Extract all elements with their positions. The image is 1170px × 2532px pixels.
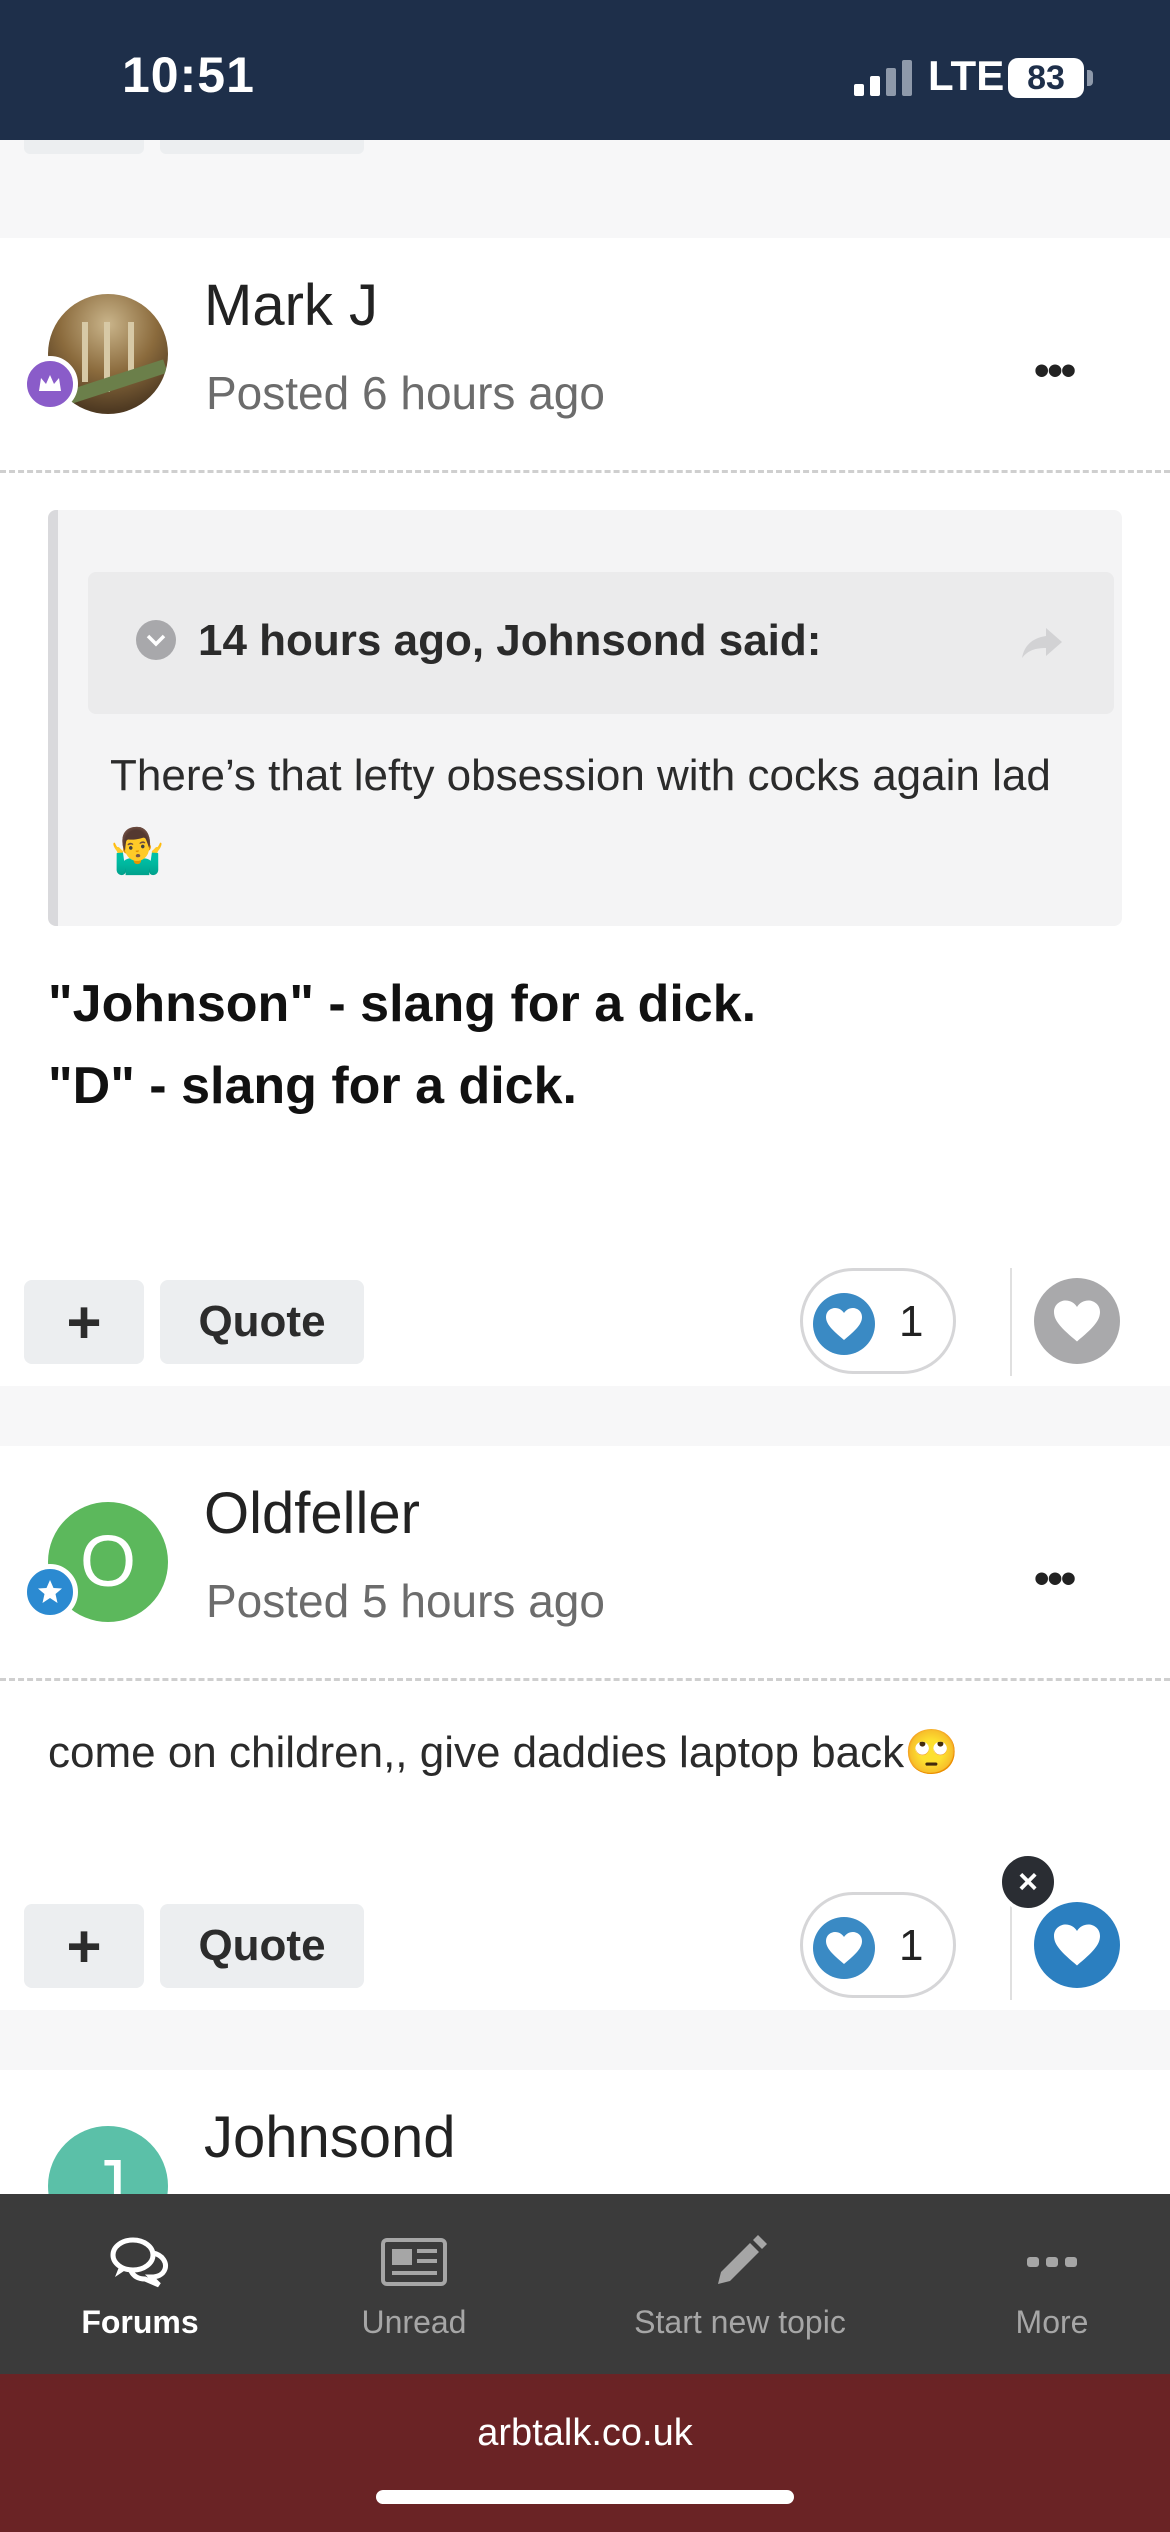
post-options-icon[interactable]: ••• xyxy=(1034,1554,1076,1604)
react-button[interactable] xyxy=(1034,1278,1120,1364)
goto-quote-icon[interactable] xyxy=(1018,618,1066,666)
tab-unread[interactable]: Unread xyxy=(314,2194,514,2374)
signal-icon xyxy=(854,60,914,96)
heart-filled-icon xyxy=(1054,1924,1100,1966)
post-timestamp: Posted 6 hours ago xyxy=(206,367,605,419)
post-oldfeller: O Oldfeller Posted 5 hours ago ••• come … xyxy=(0,1446,1170,2010)
chevron-down-icon[interactable] xyxy=(136,620,176,660)
tab-label: More xyxy=(1015,2304,1089,2340)
browser-url-bar[interactable]: arbtalk.co.uk xyxy=(0,2374,1170,2532)
post-divider xyxy=(0,1678,1170,1681)
status-time: 10:51 xyxy=(122,47,255,103)
reaction-divider xyxy=(1010,1268,1012,1376)
heart-outline-icon xyxy=(1054,1300,1100,1342)
react-button-active[interactable] xyxy=(1034,1902,1120,1988)
post-body-line: "D" - slang for a dick. xyxy=(48,1057,577,1115)
post-timestamp: Posted 5 hours ago xyxy=(206,1575,605,1627)
post-mark-j: Mark J Posted 6 hours ago ••• 14 hours a… xyxy=(0,238,1170,1386)
post-divider xyxy=(0,470,1170,473)
heart-icon xyxy=(813,1917,875,1979)
multiquote-button[interactable]: + xyxy=(24,1280,144,1364)
tab-more[interactable]: More xyxy=(952,2194,1152,2374)
tab-label: Forums xyxy=(81,2304,199,2340)
battery-tip xyxy=(1087,70,1093,86)
multiquote-button[interactable]: + xyxy=(24,1904,144,1988)
quote-block: 14 hours ago, Johnsond said: There’s tha… xyxy=(48,510,1122,926)
author-name[interactable]: Oldfeller xyxy=(204,1480,420,1547)
post-body: come on children,, give daddies laptop b… xyxy=(48,1728,959,1777)
battery-icon: 83 xyxy=(1008,58,1084,98)
quote-button[interactable]: Quote xyxy=(160,1904,364,1988)
post-body-line: "Johnson" - slang for a dick. xyxy=(48,975,757,1033)
reaction-count: 1 xyxy=(899,1921,924,1970)
avatar[interactable]: J xyxy=(48,2126,168,2194)
battery-level: 83 xyxy=(1027,59,1065,97)
tab-label: Unread xyxy=(361,2304,467,2340)
chat-bubbles-icon xyxy=(105,2232,175,2292)
reaction-count: 1 xyxy=(899,1297,924,1346)
tab-start-new-topic[interactable]: Start new topic xyxy=(600,2194,880,2374)
post-options-icon[interactable]: ••• xyxy=(1034,346,1076,396)
remove-reaction-button[interactable]: × xyxy=(998,1852,1058,1912)
tab-label: Start new topic xyxy=(634,2304,846,2340)
home-indicator[interactable] xyxy=(376,2490,794,2504)
crown-icon xyxy=(22,356,78,412)
bottom-tab-bar: Forums Unread Start new topic More xyxy=(0,2194,1170,2374)
prev-quote-button[interactable] xyxy=(160,140,364,154)
author-name[interactable]: Mark J xyxy=(204,272,378,339)
more-icon xyxy=(1017,2232,1087,2292)
post-johnsond: J Johnsond xyxy=(0,2070,1170,2194)
quote-button[interactable]: Quote xyxy=(160,1280,364,1364)
newspaper-icon xyxy=(379,2232,449,2292)
status-bar: 10:51 LTE 83 xyxy=(0,0,1170,140)
quote-header[interactable]: 14 hours ago, Johnsond said: xyxy=(88,572,1114,714)
url-text: arbtalk.co.uk xyxy=(477,2412,693,2454)
reaction-divider xyxy=(1010,1892,1012,2000)
author-name[interactable]: Johnsond xyxy=(204,2104,456,2171)
reaction-summary[interactable]: 1 xyxy=(800,1268,956,1374)
prev-plus-button[interactable] xyxy=(24,140,144,154)
quote-text: There’s that lefty obsession with cocks … xyxy=(110,751,1051,876)
reaction-summary[interactable]: 1 xyxy=(800,1892,956,1998)
quote-citation: 14 hours ago, Johnsond said: xyxy=(198,616,822,665)
star-icon xyxy=(22,1564,78,1620)
heart-icon xyxy=(813,1293,875,1355)
network-type: LTE xyxy=(928,52,1005,99)
tab-forums[interactable]: Forums xyxy=(40,2194,240,2374)
pencil-icon xyxy=(705,2232,775,2292)
